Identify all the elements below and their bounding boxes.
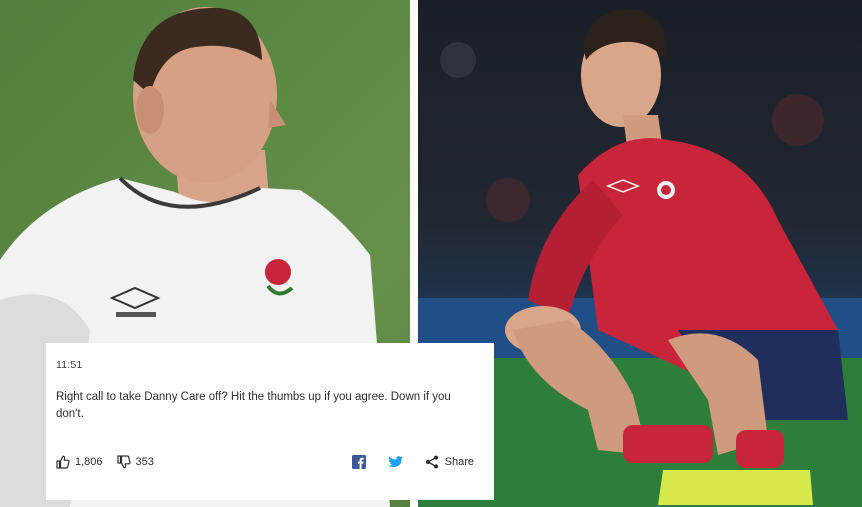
share-icon [425,455,438,469]
post-text: Right call to take Danny Care off? Hit t… [56,391,451,420]
thumbs-up-icon [56,455,70,469]
post-actions-bar: 1,806 353 Share [56,453,474,471]
post-timestamp: 11:51 [56,359,83,371]
twitter-icon [387,456,403,467]
facebook-icon [351,455,366,469]
like-button[interactable]: 1,806 [56,455,103,469]
thumbs-down-icon [116,455,131,469]
like-count: 1,806 [75,456,103,468]
dislike-button[interactable]: 353 [116,455,154,469]
share-button[interactable]: Share [425,455,474,469]
share-label: Share [444,456,474,468]
live-text-post-card: 11:51 Right call to take Danny Care off?… [46,343,494,500]
twitter-share-button[interactable] [387,456,403,468]
dislike-count: 353 [135,456,154,468]
share-group: Share [330,455,474,469]
facebook-share-button[interactable] [351,455,366,469]
composite-image: 11:51 Right call to take Danny Care off?… [0,0,862,507]
